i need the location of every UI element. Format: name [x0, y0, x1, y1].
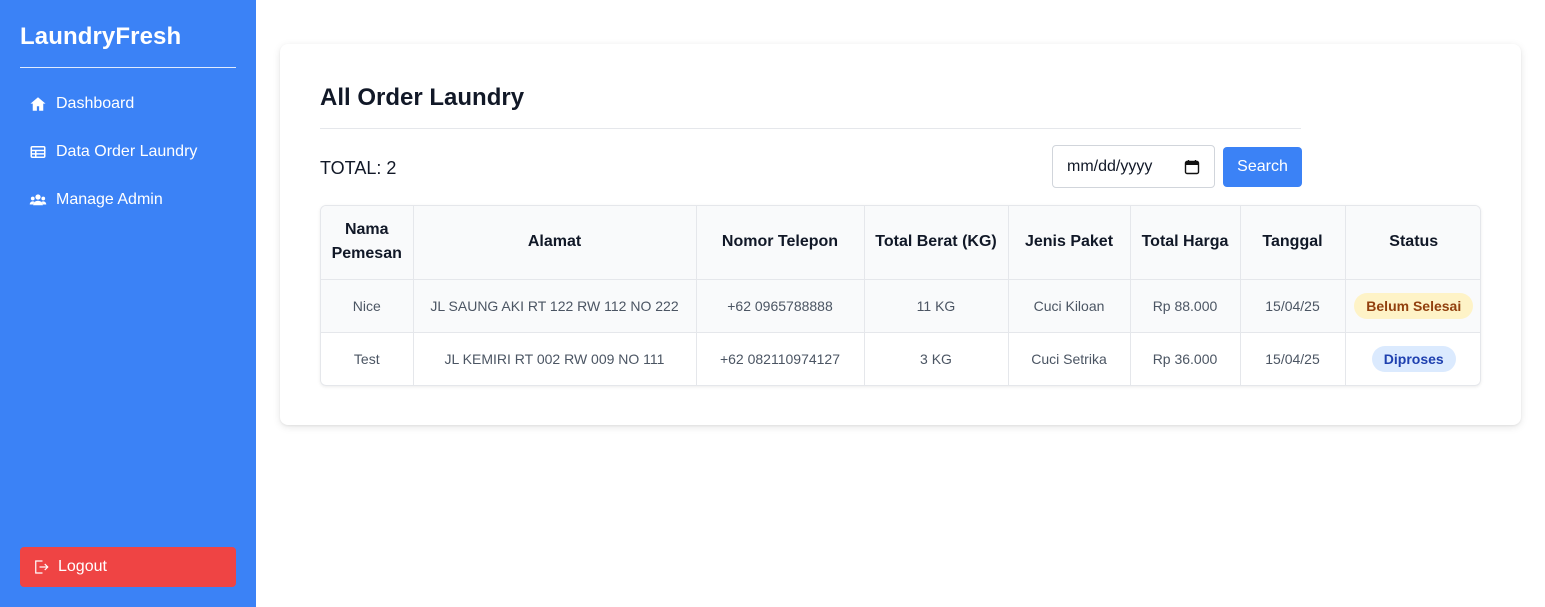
cell-alamat: JL SAUNG AKI RT 122 RW 112 NO 222 — [413, 279, 697, 333]
header-total-harga[interactable]: Total Harga — [1130, 206, 1241, 280]
header-jenis-paket[interactable]: Jenis Paket — [1008, 206, 1131, 280]
cell-status: Belum Selesai — [1345, 279, 1480, 333]
brand-logo: LaundryFresh — [20, 22, 236, 68]
sidebar-item-label: Data Order Laundry — [56, 143, 198, 160]
logout-button[interactable]: Logout — [20, 547, 236, 587]
title-divider — [320, 128, 1301, 129]
sidebar-item-label: Dashboard — [56, 95, 135, 112]
date-filter-input[interactable]: mm/dd/yyyy — [1052, 145, 1215, 188]
table-row[interactable]: Nice JL SAUNG AKI RT 122 RW 112 NO 222 +… — [321, 279, 1480, 333]
search-button[interactable]: Search — [1223, 147, 1302, 187]
date-placeholder: mm/dd/yyyy — [1067, 157, 1153, 175]
header-total-berat[interactable]: Total Berat (KG) — [864, 206, 1009, 280]
cell-telepon: +62 0965788888 — [696, 279, 865, 333]
cell-tanggal: 15/04/25 — [1240, 332, 1346, 385]
table-header-row: Nama Pemesan Alamat Nomor Telepon Total … — [321, 206, 1480, 280]
total-count: TOTAL: 2 — [320, 158, 397, 178]
cell-berat: 11 KG — [864, 279, 1009, 333]
table-icon — [28, 142, 48, 162]
home-icon — [28, 94, 48, 114]
sidebar-item-label: Manage Admin — [56, 191, 163, 208]
app-root: LaundryFresh Dashboard Data Order Laundr… — [0, 0, 1545, 607]
header-nomor-telepon[interactable]: Nomor Telepon — [696, 206, 865, 280]
cell-tanggal: 15/04/25 — [1240, 279, 1346, 333]
status-badge: Belum Selesai — [1354, 292, 1474, 319]
sidebar-nav: Dashboard Data Order Laundry Manage Admi… — [20, 88, 236, 216]
logout-label: Logout — [58, 558, 107, 575]
main-content: All Order Laundry TOTAL: 2 mm/dd/yyyy Se… — [256, 0, 1545, 607]
cell-telepon: +62 082110974127 — [696, 332, 865, 385]
sidebar-item-dashboard[interactable]: Dashboard — [20, 88, 236, 120]
orders-card: All Order Laundry TOTAL: 2 mm/dd/yyyy Se… — [280, 44, 1521, 425]
cell-status: Diproses — [1345, 332, 1480, 385]
cell-alamat: JL KEMIRI RT 002 RW 009 NO 111 — [413, 332, 697, 385]
cell-nama: Test — [321, 332, 414, 385]
header-status[interactable]: Status — [1345, 206, 1480, 280]
cell-harga: Rp 88.000 — [1130, 279, 1241, 333]
sidebar-item-manage-admin[interactable]: Manage Admin — [20, 184, 236, 216]
logout-icon — [32, 558, 50, 576]
orders-table: Nama Pemesan Alamat Nomor Telepon Total … — [320, 205, 1481, 386]
users-icon — [28, 190, 48, 210]
cell-berat: 3 KG — [864, 332, 1009, 385]
sidebar-item-data-order[interactable]: Data Order Laundry — [20, 136, 236, 168]
header-tanggal[interactable]: Tanggal — [1240, 206, 1346, 280]
cell-nama: Nice — [321, 279, 414, 333]
cell-paket: Cuci Kiloan — [1008, 279, 1131, 333]
sidebar: LaundryFresh Dashboard Data Order Laundr… — [0, 0, 256, 607]
header-alamat[interactable]: Alamat — [413, 206, 697, 280]
table-row[interactable]: Test JL KEMIRI RT 002 RW 009 NO 111 +62 … — [321, 332, 1480, 385]
status-badge: Diproses — [1371, 345, 1456, 372]
calendar-icon[interactable] — [1184, 159, 1200, 175]
page-title: All Order Laundry — [320, 84, 525, 111]
cell-paket: Cuci Setrika — [1008, 332, 1131, 385]
cell-harga: Rp 36.000 — [1130, 332, 1241, 385]
header-nama-pemesan[interactable]: Nama Pemesan — [321, 206, 414, 280]
